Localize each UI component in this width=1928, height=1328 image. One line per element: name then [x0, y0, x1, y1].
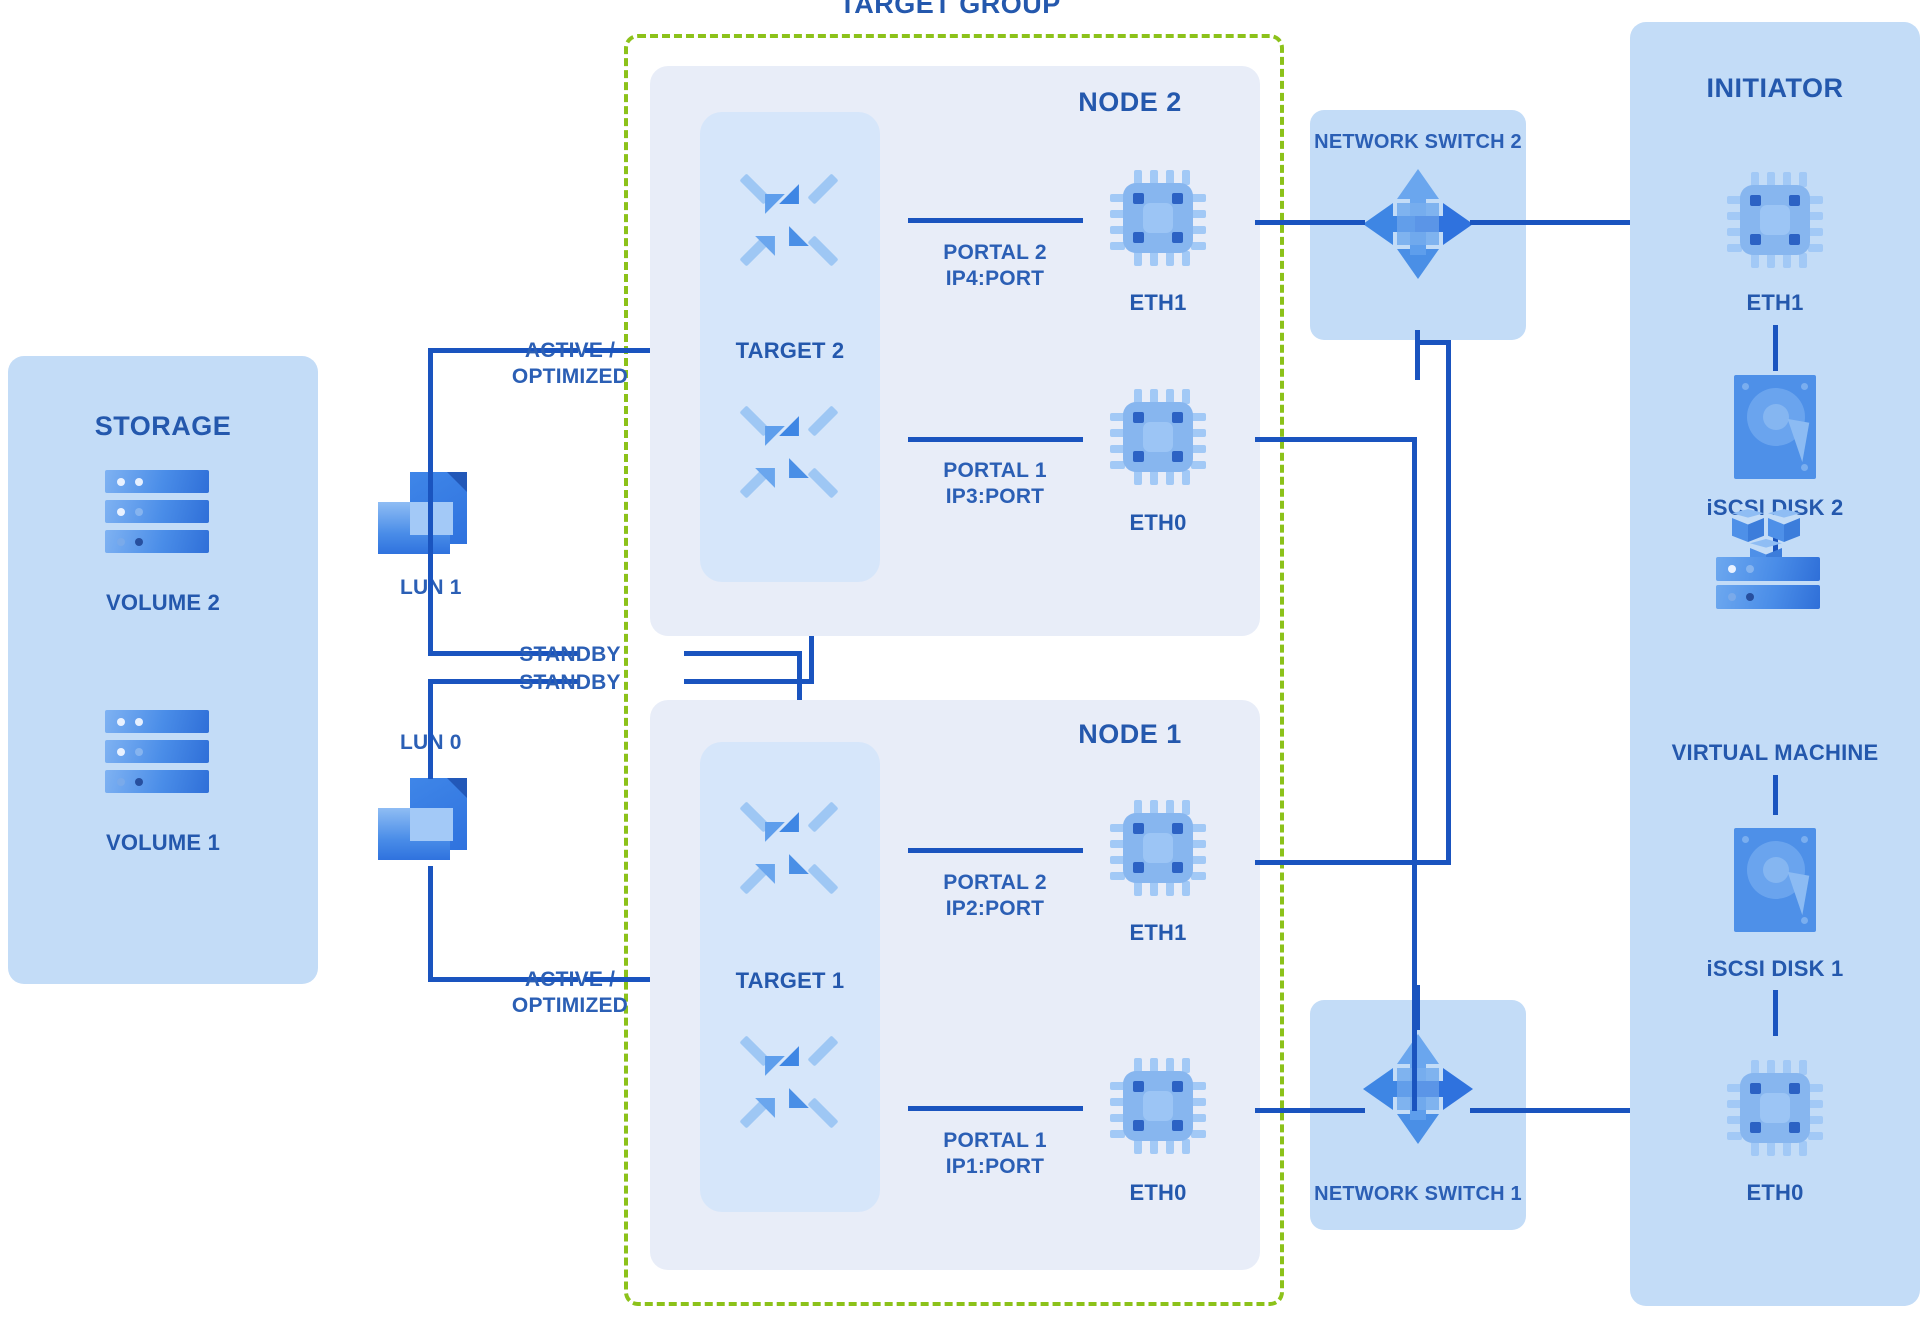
lun0-active-vline [428, 866, 433, 981]
initiator-iscsi-disk1-icon [1734, 828, 1816, 932]
initiator-iscsi-disk1-label: iSCSI DISK 1 [1706, 956, 1844, 981]
node2-title: NODE 2 [1078, 87, 1182, 117]
lun1-active-label: ACTIVE / OPTIMIZED [511, 339, 629, 388]
node1-portal2-name: PORTAL 2 [943, 871, 1047, 894]
switch1-arrows-icon [1359, 1030, 1477, 1148]
node2-eth1-label: ETH1 [1129, 290, 1187, 315]
diagram-canvas: TARGET GROUP STORAGE VOLUME 2 VOLUME 1 L… [0, 0, 1928, 1328]
node2-portal2-label: PORTAL 2 IP4:PORT [900, 240, 1090, 291]
node2-portal2-line [908, 218, 1083, 223]
volume1-label: VOLUME 1 [105, 830, 221, 855]
node1-eth1-label: ETH1 [1129, 920, 1187, 945]
network-switch-2-label: NETWORK SWITCH 2 [1314, 131, 1522, 153]
node2-eth0-chip-icon [1110, 389, 1206, 485]
target2-arrows-icon-top [734, 168, 844, 272]
lun0-standby-label: STANDBY [519, 671, 621, 694]
node1-portal2-label: PORTAL 2 IP2:PORT [900, 870, 1090, 921]
node1-eth1-chip-icon [1110, 800, 1206, 896]
node1-portal1-label: PORTAL 1 IP1:PORT [900, 1128, 1090, 1179]
target1-arrows-icon-bottom [734, 1030, 844, 1134]
wire-switch2-to-node1eth1-h [1255, 860, 1451, 865]
initiator-link-disk1-eth0 [1773, 990, 1778, 1036]
node2-portal1-address: IP3:PORT [945, 484, 1045, 508]
initiator-eth0-label: ETH0 [1746, 1180, 1804, 1205]
lun0-label: LUN 0 [400, 731, 462, 754]
wire-switch1-top-leg [1415, 985, 1420, 1030]
initiator-iscsi-disk2-icon [1734, 375, 1816, 479]
node1-eth0-label: ETH0 [1129, 1180, 1187, 1205]
target2-arrows-icon-bottom [734, 400, 844, 504]
target2-label: TARGET 2 [735, 338, 845, 363]
lun0-active-label: ACTIVE / OPTIMIZED [511, 968, 629, 1017]
node1-portal1-name: PORTAL 1 [943, 1129, 1047, 1152]
target-group-label: TARGET GROUP [839, 0, 1061, 19]
lun0-standby-hline2 [684, 679, 814, 684]
lun0-icon [378, 778, 470, 866]
wire-node2eth0-out [1255, 437, 1417, 442]
node1-title: NODE 1 [1078, 719, 1182, 749]
storage-title: STORAGE [94, 411, 232, 441]
volume1-icon [105, 710, 209, 800]
node2-portal1-line [908, 437, 1083, 442]
initiator-link-eth1-disk2 [1773, 325, 1778, 371]
lun1-icon [378, 472, 470, 560]
wire-switch2-to-node1eth1-v [1446, 340, 1451, 864]
initiator-eth1-chip-icon [1727, 172, 1823, 268]
storage-panel [8, 356, 318, 984]
node1-portal2-address: IP2:PORT [945, 896, 1045, 920]
lun1-standby-hline2 [684, 651, 802, 656]
node1-eth0-chip-icon [1110, 1058, 1206, 1154]
initiator-eth0-chip-icon [1727, 1060, 1823, 1156]
volume2-label: VOLUME 2 [105, 590, 221, 615]
lun0-standby-vline [428, 679, 433, 779]
node2-eth1-chip-icon [1110, 170, 1206, 266]
lun1-standby-label: STANDBY [519, 643, 621, 666]
initiator-link-vm-disk1 [1773, 775, 1778, 815]
node2-eth0-label: ETH0 [1129, 510, 1187, 535]
initiator-virtual-machine-icon [1716, 505, 1832, 609]
node2-portal1-label: PORTAL 1 IP3:PORT [900, 458, 1090, 509]
lun1-active-vline [428, 348, 433, 574]
wire-node2eth1-to-switch2 [1255, 220, 1365, 225]
node1-portal1-address: IP1:PORT [945, 1154, 1045, 1178]
node1-portal1-line [908, 1106, 1083, 1111]
initiator-title: INITIATOR [1706, 73, 1844, 103]
lun1-label: LUN 1 [400, 576, 462, 599]
node2-portal1-name: PORTAL 1 [943, 459, 1047, 482]
node2-portal2-address: IP4:PORT [945, 266, 1045, 290]
target1-label: TARGET 1 [735, 968, 845, 993]
volume2-icon [105, 470, 209, 560]
initiator-vm-label: VIRTUAL MACHINE [1671, 740, 1879, 765]
initiator-eth1-label: ETH1 [1746, 290, 1804, 315]
lun1-standby-vline [428, 574, 433, 656]
network-switch-1-label: NETWORK SWITCH 1 [1314, 1183, 1522, 1205]
node2-portal2-name: PORTAL 2 [943, 241, 1047, 264]
switch2-arrows-icon [1359, 165, 1477, 283]
target1-arrows-icon-top [734, 796, 844, 900]
wire-switch2-down [1415, 330, 1420, 380]
wire-node1eth0-to-switch1 [1255, 1108, 1365, 1113]
node1-portal2-line [908, 848, 1083, 853]
